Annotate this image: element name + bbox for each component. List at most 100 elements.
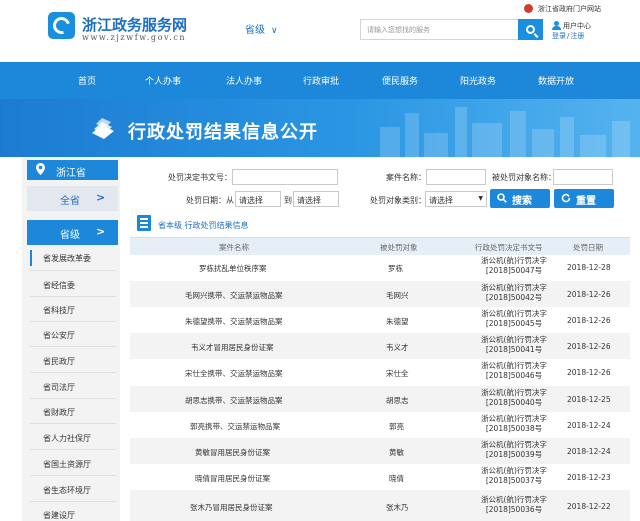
divider	[30, 270, 116, 271]
decision-no-cell: 浙公机(航)行罚决字 [2018]50042号	[474, 283, 554, 303]
date-label: 处罚日期：从	[186, 196, 234, 205]
decision-no-line1: 浙公机(航)行罚决字	[481, 388, 547, 397]
target-cell: 黄敏	[389, 448, 404, 457]
decision-no-cell: 浙公机(航)行罚决字 [2018]50037号	[474, 466, 554, 486]
gov-portal-link[interactable]: 浙江省政府门户网站	[528, 4, 601, 14]
target-cell: 罗栋	[388, 264, 403, 273]
case-name-cell[interactable]: 晓倩冒用居民身份证案	[195, 473, 270, 484]
reset-button[interactable]: 重置	[554, 189, 614, 208]
target-cell: 胡思志	[386, 396, 409, 405]
sidebar-region-label: 浙江省	[56, 168, 86, 179]
sidebar-item-dept[interactable]: 省生态环境厅	[43, 485, 91, 496]
search-input[interactable]: 请输入您想找的服务	[360, 19, 518, 40]
decision-no-line1: 浙公机(航)行罚决字	[481, 309, 547, 318]
target-type-select[interactable]: 请选择 ▼	[425, 191, 487, 207]
decision-no-line2: [2018]50042号	[485, 293, 543, 302]
search-submit-button[interactable]: 搜索	[490, 189, 550, 208]
case-name-cell[interactable]: 韦义才冒用居民身份证案	[191, 342, 274, 353]
case-name-cell[interactable]: 朱德望携带、交运禁运物品案	[185, 316, 283, 327]
nav-item-convenience[interactable]: 便民服务	[382, 74, 418, 87]
column-header-case: 案件名称	[219, 243, 249, 252]
date-from-input[interactable]: 请选择	[235, 191, 281, 207]
case-name-cell[interactable]: 罗栋扰乱单位秩序案	[199, 263, 267, 274]
sidebar-item-dept[interactable]: 省财政厅	[43, 407, 75, 418]
sidebar-item-dept[interactable]: 省国土资源厅	[43, 459, 91, 470]
user-icon[interactable]	[552, 21, 561, 30]
register-link[interactable]: 注册	[570, 32, 584, 40]
date-cell: 2018-12-26	[567, 290, 611, 299]
decision-no-cell: 浙公机(航)行罚决字 [2018]50038号	[474, 414, 554, 434]
sidebar-province-level-button[interactable]: 省级 >	[27, 220, 118, 245]
case-name-cell[interactable]: 黄敏冒用居民身份证案	[195, 447, 270, 458]
date-to-input[interactable]: 请选择	[293, 191, 339, 207]
book-icon	[92, 118, 114, 139]
target-cell: 宋仕全	[386, 369, 409, 378]
decision-no-cell: 浙公机(航)行罚决字 [2018]50041号	[474, 335, 554, 355]
nav-item-sunshine-gov[interactable]: 阳光政务	[460, 74, 496, 87]
case-name-cell[interactable]: 郭亮携带、交运禁运物品案	[190, 421, 280, 432]
case-name-input[interactable]	[426, 169, 486, 185]
decision-no-cell: 浙公机(航)行罚决字 [2018]50036号	[474, 495, 554, 515]
date-cell: 2018-12-28	[567, 263, 611, 272]
decision-no-cell: 浙公机(航)行罚决字 [2018]50039号	[474, 440, 554, 460]
province-select[interactable]: 省级 ∨	[245, 21, 278, 36]
sidebar-item-dept[interactable]: 省科技厅	[43, 305, 75, 316]
case-name-label: 案件名称：	[386, 173, 426, 182]
province-select-label: 省级	[245, 25, 265, 36]
decision-no-input[interactable]	[232, 169, 338, 185]
nav-item-open-data[interactable]: 数据开放	[538, 74, 574, 87]
column-header-target: 被处罚对象	[380, 243, 418, 252]
site-logo-icon[interactable]	[48, 12, 75, 39]
nav-item-personal[interactable]: 个人办事	[145, 74, 181, 87]
refresh-icon	[561, 193, 571, 203]
sidebar-all-province-button[interactable]: 全省 >	[27, 186, 118, 211]
decision-no-label: 处罚决定书文号：	[168, 173, 232, 182]
reset-label: 重置	[576, 196, 596, 207]
search-icon	[497, 193, 507, 203]
decision-no-cell: 浙公机(航)行罚决字 [2018]50040号	[474, 388, 554, 408]
case-name-cell[interactable]: 宋仕全携带、交运禁运物品案	[185, 368, 283, 379]
decision-no-cell: 浙公机(航)行罚决字 [2018]50047号	[474, 256, 554, 276]
sidebar-item-dept[interactable]: 省人力社保厅	[43, 433, 91, 444]
sidebar-item-dept[interactable]: 省民政厅	[43, 356, 75, 367]
decision-no-line2: [2018]50046号	[485, 371, 543, 380]
case-name-cell[interactable]: 胡思志携带、交运禁运物品案	[185, 395, 283, 406]
search-button[interactable]	[518, 19, 543, 40]
case-name-cell[interactable]: 毛网兴携带、交运禁运物品案	[185, 290, 283, 301]
date-cell: 2018-12-25	[567, 395, 611, 404]
divider	[30, 398, 116, 399]
sidebar-item-dept[interactable]: 省公安厅	[43, 330, 75, 341]
case-name-cell[interactable]: 张木乃冒用居民身份证案	[190, 502, 273, 513]
divider	[30, 449, 116, 450]
decision-no-line2: [2018]50045号	[485, 319, 543, 328]
divider	[30, 296, 116, 297]
user-center-link[interactable]: 用户中心	[563, 21, 591, 31]
gov-portal-label: 浙江省政府门户网站	[538, 5, 601, 13]
nav-item-legal-person[interactable]: 法人办事	[226, 74, 262, 87]
search-icon	[526, 25, 535, 34]
date-cell: 2018-12-26	[567, 368, 611, 377]
date-cell: 2018-12-24	[567, 447, 611, 456]
nav-item-home[interactable]: 首页	[78, 74, 96, 87]
target-type-value: 请选择	[429, 196, 453, 205]
login-link[interactable]: 登录	[552, 32, 566, 40]
nav-item-approval[interactable]: 行政审批	[303, 74, 339, 87]
decision-no-line1: 浙公机(航)行罚决字	[481, 283, 547, 292]
target-name-label: 被处罚对象名称：	[492, 173, 556, 182]
decision-no-line1: 浙公机(航)行罚决字	[481, 335, 547, 344]
target-cell: 韦义才	[386, 343, 409, 352]
sidebar-item-dept[interactable]: 省司法厅	[43, 382, 75, 393]
sidebar-item-dept[interactable]: 省发展改革委	[43, 253, 91, 264]
login-separator: /	[567, 32, 570, 40]
site-name[interactable]: 浙江政务服务网	[82, 14, 187, 35]
chevron-down-icon: ∨	[271, 26, 278, 36]
target-name-input[interactable]	[553, 169, 613, 185]
sidebar-region-header[interactable]: 浙江省	[27, 160, 118, 180]
divider	[30, 321, 116, 322]
sidebar-item-dept[interactable]: 省经信委	[43, 280, 75, 291]
decision-no-line1: 浙公机(航)行罚决字	[481, 440, 547, 449]
chevron-down-icon: ▼	[478, 195, 483, 202]
chevron-right-icon: >	[96, 191, 106, 204]
decision-no-cell: 浙公机(航)行罚决字 [2018]50045号	[474, 309, 554, 329]
sidebar-item-dept[interactable]: 省建设厅	[43, 510, 75, 521]
